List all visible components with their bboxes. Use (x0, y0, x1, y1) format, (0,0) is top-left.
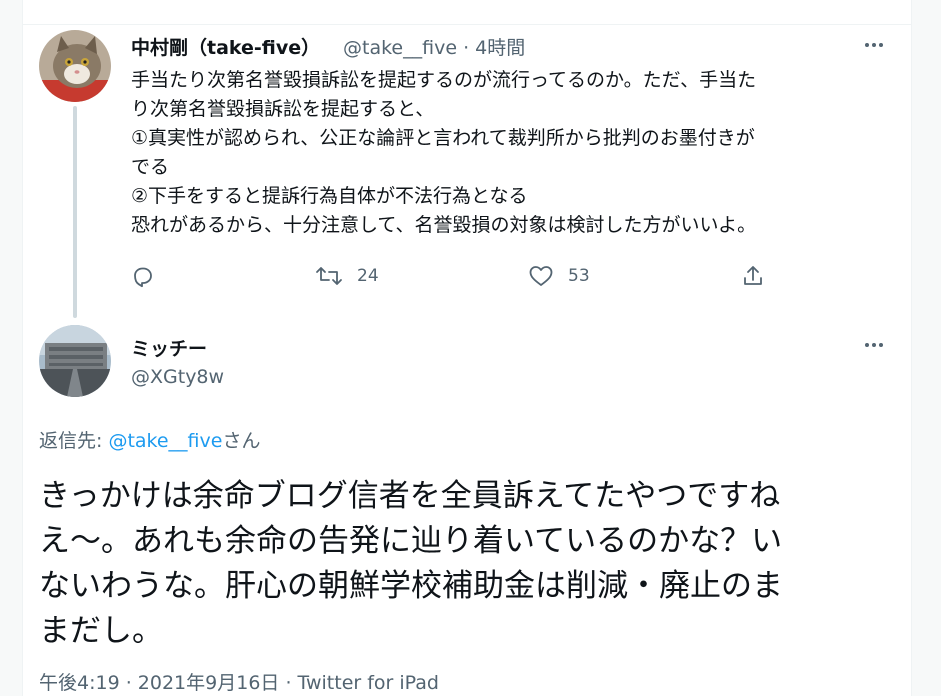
reply-button[interactable] (131, 260, 155, 292)
building-photo-avatar (39, 325, 111, 397)
tweet-thread-card: 中村剛（take-five） @take__five · 4時間 手当たり次第名… (22, 0, 912, 696)
share-icon (744, 266, 762, 285)
retweet-count: 24 (357, 266, 379, 286)
more-options-button[interactable] (859, 35, 889, 55)
avatar[interactable] (39, 30, 111, 102)
avatar[interactable] (39, 325, 111, 397)
like-count: 53 (568, 266, 590, 286)
more-icon-dot (865, 43, 869, 47)
heart-icon (529, 266, 553, 286)
thread-line (73, 106, 77, 318)
reply-to-prefix: 返信先: (39, 430, 109, 452)
tweet-text: きっかけは余命ブログ信者を全員訴えてたやつですね え〜。あれも余命の告発に辿り着… (39, 478, 783, 649)
separator: · (463, 37, 470, 59)
more-options-button[interactable] (859, 335, 889, 355)
share-button[interactable] (741, 260, 765, 292)
reply-icon (134, 267, 152, 288)
retweet-icon (316, 267, 342, 285)
author-handle[interactable]: @take__five · 4時間 (343, 33, 525, 60)
reply-to-suffix: さん (222, 430, 261, 452)
tweet-text: 手当たり次第名誉毀損訴訟を提起するのが流行ってるのか。ただ、手当た り次第名誉毀… (131, 69, 757, 236)
author-handle[interactable]: @XGty8w (131, 366, 224, 388)
reply-to-handle-link[interactable]: @take__five (108, 430, 222, 452)
tweet-timestamp[interactable]: 午後4:19 · 2021年9月16日 · Twitter for iPad (39, 668, 439, 695)
like-button[interactable]: 53 (528, 260, 590, 292)
divider (23, 24, 911, 25)
retweet-button[interactable]: 24 (315, 260, 379, 292)
relative-time[interactable]: 4時間 (475, 37, 525, 59)
cat-avatar-image (39, 30, 111, 102)
replying-to: 返信先: @take__fiveさん (39, 426, 260, 453)
author-name[interactable]: ミッチー (131, 334, 207, 361)
more-icon-dot (865, 343, 869, 347)
author-name[interactable]: 中村剛（take-five） (131, 33, 320, 60)
handle-text: @take__five (343, 37, 458, 59)
